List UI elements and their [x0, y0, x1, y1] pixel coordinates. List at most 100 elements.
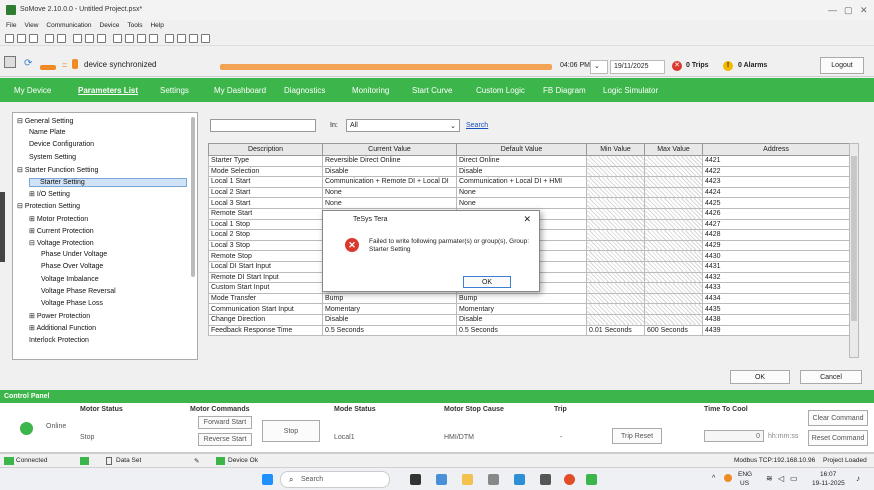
reset-command-button[interactable]: Reset Command [808, 430, 868, 446]
widgets-icon[interactable] [436, 474, 447, 485]
tree-item-i-o-setting[interactable]: ⊞ I/O Setting [29, 190, 70, 198]
table-cell[interactable]: None [322, 186, 457, 199]
time-dropdown[interactable]: ⌄ [590, 60, 608, 74]
column-header[interactable]: Max Value [644, 143, 703, 156]
tree-item-additional-function[interactable]: ⊞ Additional Function [29, 324, 96, 332]
table-scroll-thumb[interactable] [851, 156, 857, 321]
nav-fb-diagram[interactable]: FB Diagram [543, 86, 586, 95]
table-cell[interactable]: Disable [322, 313, 457, 326]
home-icon[interactable] [5, 34, 14, 43]
menu-device[interactable]: Device [100, 20, 120, 32]
minimize-icon[interactable]: — [828, 5, 837, 15]
print-icon[interactable] [73, 34, 82, 43]
battery-icon[interactable]: ▭ [790, 474, 798, 483]
tree-item-system-setting[interactable]: System Setting [29, 154, 76, 161]
table-cell[interactable]: None [322, 197, 457, 209]
tree-scrollbar[interactable] [191, 117, 195, 277]
region-code[interactable]: US [740, 480, 749, 487]
search-input[interactable] [210, 119, 316, 132]
column-header[interactable]: Min Value [586, 143, 645, 156]
tree-item-starter-function-setting[interactable]: ⊟ Starter Function Setting [17, 166, 98, 174]
nav-logic-simulator[interactable]: Logic Simulator [603, 86, 658, 95]
reverse-start-button[interactable]: Reverse Start [198, 433, 252, 446]
nav-monitoring[interactable]: Monitoring [352, 86, 389, 95]
tree-item-device-configuration[interactable]: Device Configuration [29, 141, 94, 148]
table-row[interactable]: Feedback Response Time 0.5 Seconds 0.5 Sec… [208, 324, 850, 337]
table-row[interactable]: Mode Transfer Bump Bump 4434 [208, 292, 850, 305]
table-cell[interactable]: Communication + Remote DI + Local DI [322, 176, 457, 188]
edge-browser-icon[interactable] [514, 474, 525, 485]
clock-time[interactable]: 16:07 [820, 471, 836, 478]
menu-file[interactable]: File [6, 20, 16, 32]
collapse-icon[interactable]: ⊟ [29, 240, 37, 247]
tree-item-phase-under-voltage[interactable]: Phase Under Voltage [41, 251, 107, 258]
clock-date[interactable]: 19-11-2025 [812, 480, 845, 487]
dialog-close-icon[interactable]: ✕ [523, 214, 531, 225]
nav-start-curve[interactable]: Start Curve [412, 86, 452, 95]
expand-icon[interactable]: ⊞ [29, 228, 37, 235]
table-cell[interactable]: Momentary [322, 303, 457, 315]
dialog-ok-button[interactable]: OK [463, 276, 511, 288]
nav-parameters-list[interactable]: Parameters List [78, 86, 138, 95]
tree-item-voltage-phase-reversal[interactable]: Voltage Phase Reversal [41, 288, 116, 295]
date-field[interactable]: 19/11/2025 [610, 60, 665, 74]
save-icon[interactable] [45, 34, 54, 43]
search-link[interactable]: Search [466, 122, 488, 129]
cancel-button[interactable]: Cancel [800, 370, 862, 384]
settings-app-icon[interactable] [488, 474, 499, 485]
expand-icon[interactable]: ⊞ [29, 191, 37, 198]
table-cell[interactable]: Bump [322, 292, 457, 305]
connect-icon[interactable] [113, 34, 122, 43]
table-row[interactable]: Local 2 Start None None 4424 [208, 186, 850, 199]
splitter-handle[interactable] [0, 192, 5, 262]
taskbar-search[interactable]: ⌕ Search [280, 471, 390, 488]
tray-app-icon[interactable] [724, 474, 732, 482]
column-header[interactable]: Default Value [456, 143, 587, 156]
table-cell[interactable]: 0.5 Seconds [322, 324, 457, 337]
table-cell[interactable]: Disable [322, 165, 457, 178]
compare-icon[interactable] [165, 34, 174, 43]
somove-app-icon[interactable] [586, 474, 597, 485]
collapse-icon[interactable]: ⊟ [17, 118, 25, 125]
lock-icon[interactable] [177, 34, 186, 43]
logout-button[interactable]: Logout [820, 57, 864, 74]
tree-item-general-setting[interactable]: ⊟ General Setting [17, 117, 73, 125]
table-row[interactable]: Change Direction Disable Disable 4438 [208, 313, 850, 326]
menu-help[interactable]: Help [150, 20, 163, 32]
open-file-icon[interactable] [29, 34, 38, 43]
wifi-icon[interactable]: ≋ [766, 474, 773, 483]
tree-item-motor-protection[interactable]: ⊞ Motor Protection [29, 215, 88, 223]
tree-item-voltage-protection[interactable]: ⊟ Voltage Protection [29, 239, 94, 247]
collapse-icon[interactable]: ⊟ [17, 167, 25, 174]
tree-item-phase-over-voltage[interactable]: Phase Over Voltage [41, 263, 103, 270]
volume-icon[interactable]: ◁ [778, 474, 784, 483]
disconnect-icon[interactable] [125, 34, 134, 43]
file-explorer-icon[interactable] [462, 474, 473, 485]
menu-tools[interactable]: Tools [127, 20, 142, 32]
column-header[interactable]: Address [702, 143, 850, 156]
print-preview-icon[interactable] [85, 34, 94, 43]
table-cell[interactable]: Reversible Direct Online [322, 155, 457, 167]
tray-chevron-icon[interactable]: ^ [712, 475, 715, 482]
tree-item-name-plate[interactable]: Name Plate [29, 129, 66, 136]
upload-icon[interactable] [137, 34, 146, 43]
device-icon[interactable] [4, 56, 16, 68]
close-icon[interactable]: ✕ [860, 5, 868, 16]
nav-my-device[interactable]: My Device [14, 86, 51, 95]
table-row[interactable]: Starter Type Reversible Direct Online Dire… [208, 155, 850, 167]
tree-item-current-protection[interactable]: ⊞ Current Protection [29, 227, 94, 235]
network-app-icon[interactable] [540, 474, 551, 485]
language-code[interactable]: ENG [738, 471, 752, 478]
filter-select[interactable]: All ⌄ [346, 119, 460, 132]
nav-my-dashboard[interactable]: My Dashboard [214, 86, 266, 95]
nav-custom-logic[interactable]: Custom Logic [476, 86, 525, 95]
tree-item-interlock-protection[interactable]: Interlock Protection [29, 337, 89, 344]
column-header[interactable]: Description [208, 143, 323, 156]
collapse-icon[interactable]: ⊟ [17, 203, 25, 210]
settings-icon[interactable] [189, 34, 198, 43]
table-row[interactable]: Mode Selection Disable Disable 4422 [208, 165, 850, 178]
expand-icon[interactable]: ⊞ [29, 216, 37, 223]
column-header[interactable]: Current Value [322, 143, 457, 156]
nav-settings[interactable]: Settings [160, 86, 189, 95]
trip-reset-button[interactable]: Trip Reset [612, 428, 662, 444]
